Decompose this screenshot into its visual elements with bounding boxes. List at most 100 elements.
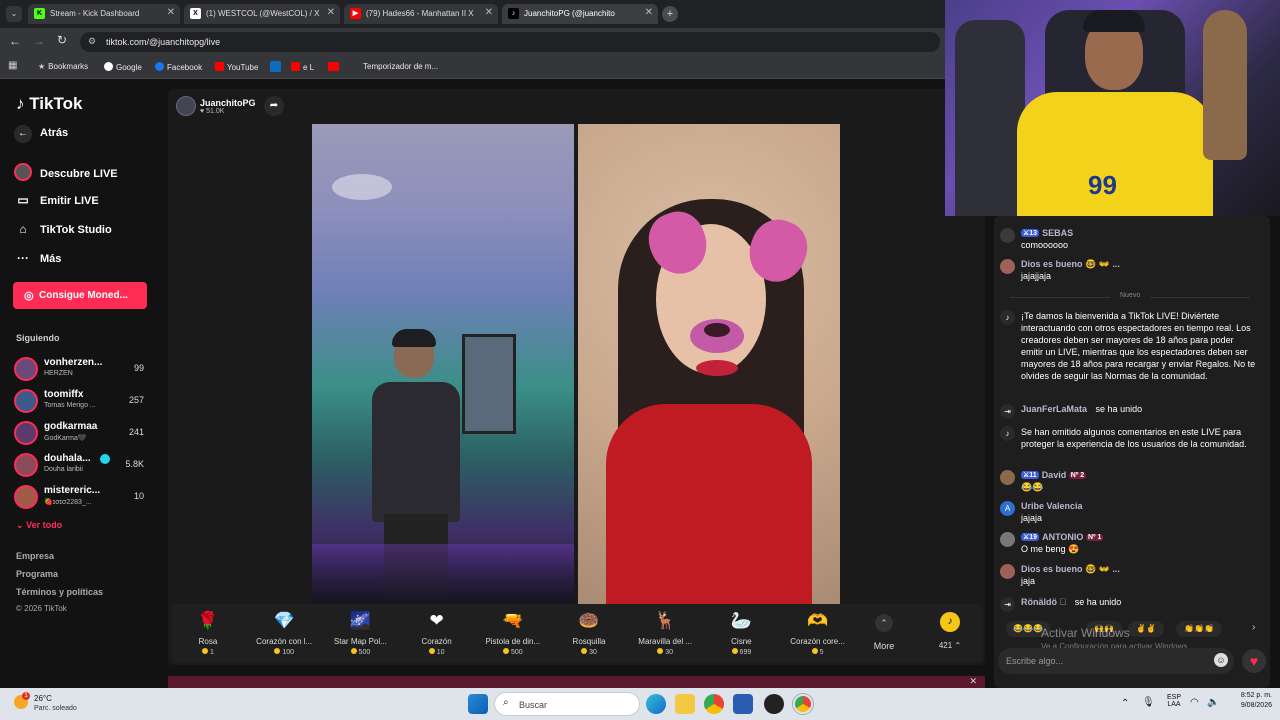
coin-icon: [657, 648, 664, 654]
promo-banner[interactable]: ✕: [168, 676, 985, 688]
system-message: ♪ Se han omitido algunos comentarios en …: [1000, 426, 1262, 464]
copyright: © 2026 TikTok: [16, 604, 67, 613]
battle-video-right[interactable]: [578, 124, 840, 604]
gift-item[interactable]: 💎 Corazón con l... 100: [246, 604, 322, 662]
nav-discover-live[interactable]: Descubre LIVE: [14, 163, 118, 181]
back-arrow-icon[interactable]: ←: [9, 34, 21, 48]
share-icon[interactable]: ➦: [264, 96, 284, 116]
youtube-icon[interactable]: [328, 62, 339, 71]
gift-item[interactable]: 🍩 Rosquilla 30: [551, 604, 627, 662]
nav-tiktok-studio[interactable]: ⌂ TikTok Studio: [14, 222, 111, 236]
gift-item[interactable]: ❤ Corazón 10: [399, 604, 475, 662]
bookmark-youtube[interactable]: YouTube: [215, 62, 258, 72]
following-item[interactable]: douhala... Douha laribii 5.8K: [14, 451, 154, 479]
chrome-active-icon[interactable]: [793, 694, 813, 714]
chat-username[interactable]: David: [1042, 470, 1067, 480]
quick-emoji[interactable]: 👏👏👏: [1176, 621, 1222, 637]
gift-icon: 🍩: [578, 611, 600, 630]
close-icon[interactable]: ✕: [327, 7, 335, 18]
host-name[interactable]: JuanchitoPG: [200, 98, 256, 108]
chevron-up-icon: ⌃: [875, 614, 893, 632]
apps-grid-icon[interactable]: ▦: [8, 60, 17, 71]
clock[interactable]: 8:52 p. m. 9/08/2026: [1224, 692, 1272, 709]
close-icon[interactable]: ✕: [167, 7, 175, 18]
chat-username[interactable]: Uribe Valencia: [1021, 501, 1083, 511]
chat-input[interactable]: Escribe algo... ☺: [998, 648, 1234, 674]
obs-icon[interactable]: [764, 694, 784, 714]
new-tab-button[interactable]: +: [662, 6, 678, 22]
forward-arrow-icon[interactable]: →: [33, 34, 45, 48]
bookmark-facebook[interactable]: Facebook: [155, 62, 202, 72]
windows-start-icon[interactable]: [468, 694, 488, 714]
footer-link[interactable]: Términos y políticas: [16, 587, 103, 597]
gift-item[interactable]: 🦢 Cisne 699: [703, 604, 779, 662]
wifi-icon[interactable]: ◠: [1190, 697, 1199, 708]
footer-link[interactable]: Empresa: [16, 551, 54, 561]
chat-username[interactable]: Dios es bueno 🤓 👐 ...: [1021, 564, 1120, 575]
gift-price: 699: [703, 648, 779, 656]
chat-username[interactable]: Rönäldö 🏻: [1021, 597, 1066, 607]
tab-youtube-hades[interactable]: ▶ (79) Hades66 - Manhattan II X ✕: [344, 4, 498, 24]
see-all-link[interactable]: ⌄ Ver todo: [16, 520, 62, 531]
edge-icon[interactable]: [646, 694, 666, 714]
following-item[interactable]: vonherzen... HERZEN 99: [14, 355, 154, 383]
avatar: [1000, 259, 1015, 274]
back-button[interactable]: ← Atrás: [14, 125, 68, 143]
gift-item[interactable]: 🔫 Pistola de din... 500: [475, 604, 551, 662]
chat-username[interactable]: ANTONIO: [1042, 532, 1083, 542]
host-avatar[interactable]: [176, 96, 196, 116]
get-coins-button[interactable]: ◎ Consigue Moned...: [13, 282, 147, 309]
footer-link[interactable]: Programa: [16, 569, 58, 579]
close-icon[interactable]: ✕: [485, 7, 493, 18]
url-field[interactable]: ⚙ tiktok.com/@juanchitopg/live: [80, 32, 940, 52]
language-indicator[interactable]: ESP LAA: [1164, 694, 1184, 708]
chat-username[interactable]: JuanFerLaMata: [1021, 404, 1087, 414]
chevron-right-icon[interactable]: ›: [1252, 622, 1255, 633]
more-icon: ···: [17, 251, 29, 265]
file-explorer-icon[interactable]: [675, 694, 695, 714]
bookmark-bookmarks[interactable]: ★ Bookmarks: [38, 62, 88, 71]
tab-tiktok-juanchito[interactable]: ♪ JuanchitoPG (@juanchito ✕: [502, 4, 658, 24]
tab-westcol-x[interactable]: X (1) WESTCOL (@WestCOL) / X ✕: [184, 4, 340, 24]
chat-username[interactable]: SEBAS: [1042, 228, 1073, 238]
microphone-icon[interactable]: 🎙: [1142, 697, 1155, 708]
site-info-icon[interactable]: ⚙: [88, 36, 96, 47]
following-item[interactable]: toomiffx Tomas Merigo ... 257: [14, 387, 154, 415]
taskbar-search[interactable]: ⌕ Buscar: [494, 692, 640, 716]
tab-kick-dashboard[interactable]: K Stream - Kick Dashboard ✕: [28, 4, 180, 24]
chrome-icon[interactable]: [704, 694, 724, 714]
coin-balance-button[interactable]: ♪ 421 ⌃: [930, 612, 970, 658]
emoji-icon[interactable]: ☺: [1214, 653, 1228, 667]
bookmark-google[interactable]: Google: [104, 62, 142, 72]
gift-item[interactable]: 🌌 Star Map Pol... 500: [322, 604, 398, 662]
store-icon[interactable]: [733, 694, 753, 714]
close-icon[interactable]: ✕: [969, 676, 977, 687]
following-item[interactable]: godkarmaa GodKarma🖤 241: [14, 419, 154, 447]
battle-video-left[interactable]: [312, 124, 574, 604]
nav-go-live[interactable]: ▭ Emitir LIVE: [14, 193, 98, 207]
bookmark-el[interactable]: e L: [291, 62, 314, 72]
tray-chevron-up-icon[interactable]: ⌃: [1121, 698, 1129, 709]
chat-username[interactable]: Dios es bueno 🤓 👐 ...: [1021, 259, 1120, 270]
gift-item[interactable]: 🦌 Maravilla del ... 30: [627, 604, 703, 662]
following-item[interactable]: mistereric... 🍓ɪσɪσ2283_... 10: [14, 483, 154, 511]
gift-name: Maravilla del ...: [638, 637, 693, 646]
outlook-icon[interactable]: [270, 61, 281, 72]
quick-emoji-bar: 😂😂😂 🙌🙌 ✌️✌️ 👏👏👏 ›: [1000, 619, 1264, 639]
tiktok-logo[interactable]: ♪ TikTok: [16, 94, 82, 114]
quick-emoji[interactable]: ✌️✌️: [1128, 621, 1164, 637]
more-gifts-button[interactable]: ⌃ More: [868, 612, 900, 658]
avatar: [1000, 532, 1015, 547]
gift-item[interactable]: 🌹 Rosa 1: [170, 604, 246, 662]
nav-more[interactable]: ··· Más: [14, 251, 61, 265]
level-badge: ⚔11: [1021, 471, 1039, 479]
reload-icon[interactable]: ↻: [57, 33, 67, 47]
gift-icon: ❤: [429, 611, 444, 630]
gift-item[interactable]: 🫶 Corazón core... 5: [780, 604, 856, 662]
weather-widget[interactable]: 1 26°C Parc. soleado: [6, 692, 96, 716]
close-icon[interactable]: ✕: [645, 7, 653, 18]
bookmark-temporizador[interactable]: Temporizador de m...: [363, 62, 438, 71]
tab-search-button[interactable]: ⌄: [6, 6, 22, 22]
volume-icon[interactable]: 🔈: [1207, 697, 1219, 708]
like-heart-button[interactable]: ♥: [1242, 649, 1266, 673]
